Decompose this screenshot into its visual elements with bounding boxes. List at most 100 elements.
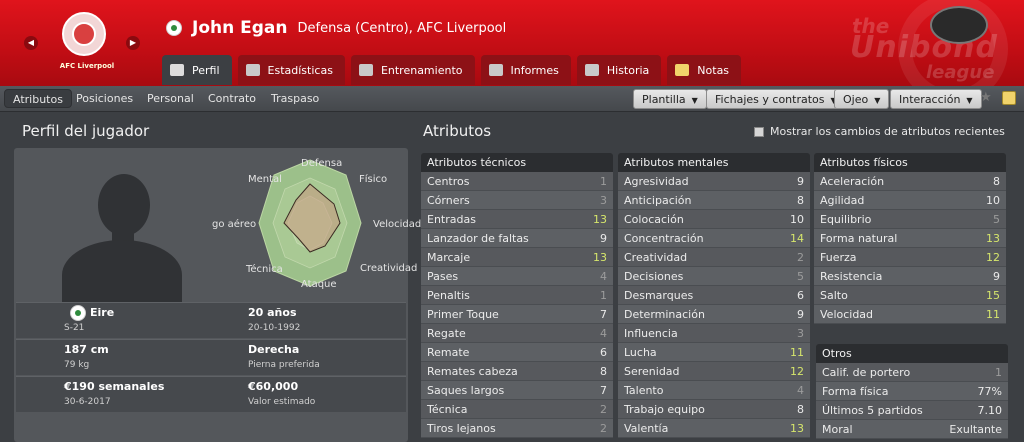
attribute-row[interactable]: Últimos 5 partidos 7.10	[816, 401, 1008, 420]
attribute-row[interactable]: Centros 1	[421, 172, 613, 191]
attribute-row[interactable]: Remate 6	[421, 343, 613, 362]
attribute-name: Moral	[822, 422, 853, 436]
tab-entrenamiento[interactable]: Entrenamiento	[350, 55, 475, 85]
preferred-foot-label: Pierna preferida	[248, 360, 320, 370]
attribute-name: Entradas	[427, 212, 476, 226]
attribute-row[interactable]: Colocación 10	[618, 210, 810, 229]
attribute-value: 5	[993, 212, 1000, 226]
radar-label-tecnica: Técnica	[246, 264, 283, 275]
attribute-row[interactable]: Forma natural 13	[814, 229, 1006, 248]
attribute-value: 2	[600, 402, 607, 416]
ojeo-dropdown[interactable]: Ojeo ▼	[834, 89, 890, 109]
radar-label-velocidad: Velocidad	[373, 219, 422, 230]
attribute-name: Centros	[427, 174, 470, 188]
nationality: Eire	[90, 306, 115, 319]
attribute-value: 6	[600, 345, 607, 359]
report-icon	[488, 64, 503, 76]
mental-attributes-table: Atributos mentales Agresividad 9 Anticipac…	[618, 153, 810, 438]
attribute-row[interactable]: Determinación 9	[618, 305, 810, 324]
attribute-value: 7	[600, 383, 607, 397]
tab-historia[interactable]: Historia	[576, 55, 662, 85]
attribute-row[interactable]: Influencia 3	[618, 324, 810, 343]
attribute-row[interactable]: Moral Exultante	[816, 420, 1008, 439]
attribute-row[interactable]: Salto 15	[814, 286, 1006, 305]
attribute-row[interactable]: Trabajo equipo 8	[618, 400, 810, 419]
attribute-row[interactable]: Córners 3	[421, 191, 613, 210]
attribute-row[interactable]: Forma física 77%	[816, 382, 1008, 401]
attribute-value: 13	[790, 421, 804, 435]
add-note-icon[interactable]	[1002, 91, 1016, 105]
attribute-row[interactable]: Remates cabeza 8	[421, 362, 613, 381]
attribute-name: Agresividad	[624, 174, 689, 188]
attribute-value: 11	[986, 307, 1000, 321]
attribute-row[interactable]: Pases 4	[421, 267, 613, 286]
attribute-row[interactable]: Equilibrio 5	[814, 210, 1006, 229]
attribute-value: 8	[797, 402, 804, 416]
checkbox[interactable]	[754, 126, 764, 137]
attribute-row[interactable]: Aceleración 8	[814, 172, 1006, 191]
attribute-row[interactable]: Lanzador de faltas 9	[421, 229, 613, 248]
attribute-row[interactable]: Concentración 14	[618, 229, 810, 248]
subnav-posiciones[interactable]: Posiciones	[68, 89, 141, 108]
attribute-value: 10	[986, 193, 1000, 207]
attribute-row[interactable]: Técnica 2	[421, 400, 613, 419]
subnav-personal[interactable]: Personal	[139, 89, 202, 108]
attribute-row[interactable]: Tiros lejanos 2	[421, 419, 613, 438]
prev-player-icon[interactable]: ◀	[24, 36, 38, 50]
attribute-value: 13	[986, 231, 1000, 245]
tab-notas[interactable]: Notas	[667, 55, 742, 85]
subnav-traspaso[interactable]: Traspaso	[263, 89, 327, 108]
attribute-row[interactable]: Marcaje 13	[421, 248, 613, 267]
player-tabs: Perfil Estadísticas Entrenamiento Inform…	[162, 55, 742, 85]
info-row-2: 187 cm 79 kg Derecha Pierna preferida	[16, 339, 406, 375]
attribute-row[interactable]: Velocidad 11	[814, 305, 1006, 324]
attribute-row[interactable]: Penaltis 1	[421, 286, 613, 305]
player-name: John Egan	[192, 18, 288, 38]
attribute-name: Forma natural	[820, 231, 898, 245]
subnav-contrato[interactable]: Contrato	[200, 89, 264, 108]
attribute-row[interactable]: Fuerza 12	[814, 248, 1006, 267]
attribute-row[interactable]: Talento 4	[618, 381, 810, 400]
attribute-row[interactable]: Entradas 13	[421, 210, 613, 229]
attribute-row[interactable]: Serenidad 12	[618, 362, 810, 381]
attribute-row[interactable]: Primer Toque 7	[421, 305, 613, 324]
tab-informes[interactable]: Informes	[480, 55, 571, 85]
attribute-row[interactable]: Saques largos 7	[421, 381, 613, 400]
attribute-row[interactable]: Decisiones 5	[618, 267, 810, 286]
tab-estadisticas[interactable]: Estadísticas	[237, 55, 345, 85]
attribute-name: Córners	[427, 193, 470, 207]
league-logo-watermark: the Unibond league	[828, 0, 1018, 86]
plantilla-dropdown[interactable]: Plantilla ▼	[633, 89, 707, 109]
subnav-atributos[interactable]: Atributos	[4, 89, 72, 108]
attribute-row[interactable]: Agresividad 9	[618, 172, 810, 191]
radar-label-defensa: Defensa	[301, 158, 343, 169]
tab-perfil[interactable]: Perfil	[162, 55, 232, 85]
attribute-row[interactable]: Resistencia 9	[814, 267, 1006, 286]
attribute-row[interactable]: Desmarques 6	[618, 286, 810, 305]
show-changes-toggle[interactable]: Mostrar los cambios de atributos recient…	[754, 125, 1005, 138]
attribute-row[interactable]: Regate 4	[421, 324, 613, 343]
attribute-name: Anticipación	[624, 193, 692, 207]
attribute-name: Velocidad	[820, 307, 874, 321]
attribute-name: Fuerza	[820, 250, 857, 264]
fichajes-dropdown[interactable]: Fichajes y contratos▼	[706, 89, 846, 109]
attribute-name: Talento	[624, 383, 664, 397]
next-player-icon[interactable]: ▶	[126, 36, 140, 50]
radar-label-ataque: Ataque	[301, 279, 337, 290]
attribute-name: Regate	[427, 326, 466, 340]
attribute-row[interactable]: Valentía 13	[618, 419, 810, 438]
attribute-row[interactable]: Creatividad 2	[618, 248, 810, 267]
star-icon[interactable]: ★	[980, 90, 992, 105]
technical-rows: Centros 1 Córners 3 Entradas 13 Lanzador de fa…	[421, 172, 613, 438]
attribute-row[interactable]: Agilidad 10	[814, 191, 1006, 210]
chevron-down-icon: ▼	[874, 96, 881, 105]
interaccion-dropdown[interactable]: Interacción ▼	[890, 89, 982, 109]
attribute-name: Equilibrio	[820, 212, 872, 226]
attribute-row[interactable]: Calif. de portero 1	[816, 363, 1008, 382]
club-crest[interactable]: AFC Liverpool	[52, 10, 122, 70]
attribute-row[interactable]: Anticipación 8	[618, 191, 810, 210]
other-attributes-table: Otros Calif. de portero 1 Forma física 77% Ú…	[816, 344, 1008, 439]
attribute-name: Calif. de portero	[822, 365, 911, 379]
attribute-value: 14	[790, 231, 804, 245]
attribute-row[interactable]: Lucha 11	[618, 343, 810, 362]
